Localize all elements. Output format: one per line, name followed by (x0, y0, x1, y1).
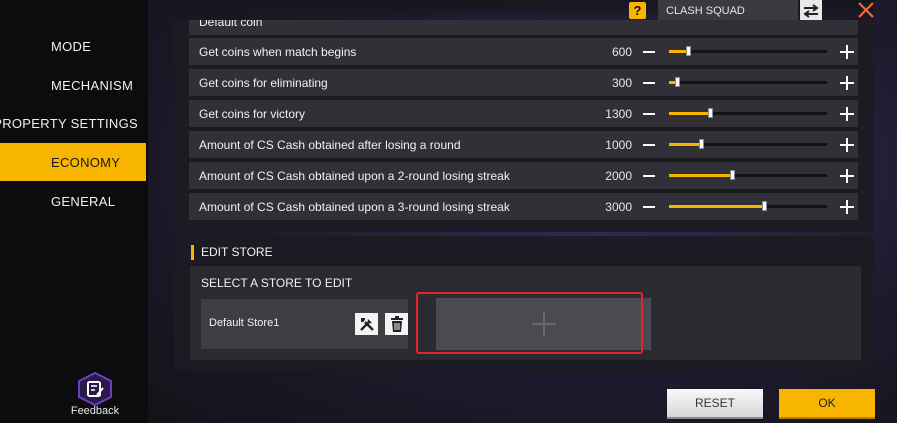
setting-label: Get coins for eliminating (199, 75, 328, 90)
sidebar-item-economy[interactable]: ECONOMY (0, 143, 146, 181)
close-button[interactable] (855, 0, 877, 20)
setting-value: 2000 (605, 168, 632, 183)
swap-icon (803, 3, 819, 18)
plus-icon[interactable] (839, 75, 855, 91)
feedback-label: Feedback (70, 405, 120, 417)
sidebar-item-mechanism[interactable]: MECHANISM (0, 66, 146, 104)
mode-select-value: CLASH SQUAD (666, 4, 745, 17)
minus-icon[interactable] (641, 75, 657, 91)
edit-store-button[interactable] (355, 313, 378, 335)
setting-value: 300 (611, 75, 632, 90)
store-card[interactable]: Default Store1 (201, 299, 408, 349)
minus-icon[interactable] (641, 199, 657, 215)
plus-icon[interactable] (839, 137, 855, 153)
slider-fill (669, 174, 733, 177)
value-slider[interactable] (669, 108, 827, 118)
value-slider[interactable] (669, 77, 827, 87)
slider-knob[interactable] (674, 77, 680, 87)
plus-icon[interactable] (839, 44, 855, 60)
value-slider[interactable] (669, 170, 827, 180)
setting-row-coins-eliminating: Get coins for eliminating 300 (189, 69, 858, 96)
setting-row-coins-victory: Get coins for victory 1300 (189, 100, 858, 127)
economy-settings-panel: Default coin Get coins when match begins… (174, 20, 874, 232)
sidebar-item-label: GENERAL (51, 193, 116, 209)
slider-knob[interactable] (708, 108, 714, 118)
setting-row-cash-3-round-streak: Amount of CS Cash obtained upon a 3-roun… (189, 193, 858, 220)
plus-icon[interactable] (839, 199, 855, 215)
mode-select[interactable]: CLASH SQUAD (658, 0, 798, 21)
feedback-button[interactable]: Feedback (70, 372, 120, 422)
value-slider[interactable] (669, 139, 827, 149)
highlight-box (416, 292, 643, 354)
feedback-icon (76, 372, 114, 406)
setting-value: 600 (611, 44, 632, 59)
minus-icon[interactable] (641, 44, 657, 60)
value-slider[interactable] (669, 201, 827, 211)
reset-label: RESET (694, 396, 735, 410)
setting-label: Amount of CS Cash obtained upon a 3-roun… (199, 199, 510, 214)
slider-knob[interactable] (685, 46, 691, 56)
slider-fill (669, 112, 711, 115)
slider-fill (669, 205, 764, 208)
help-icon: ? (633, 3, 642, 18)
minus-icon[interactable] (641, 137, 657, 153)
sidebar-item-general[interactable]: GENERAL (0, 182, 146, 220)
value-slider[interactable] (669, 46, 827, 56)
plus-icon[interactable] (839, 168, 855, 184)
sidebar-item-label: MODE (51, 38, 92, 54)
sidebar-item-mode[interactable]: MODE (0, 27, 146, 65)
sidebar-item-label: ECONOMY (51, 154, 121, 170)
setting-row-default-coin: Default coin (189, 20, 858, 35)
sidebar-item-property-settings[interactable]: PROPERTY SETTINGS (0, 104, 146, 142)
delete-store-button[interactable] (385, 313, 408, 335)
slider-knob[interactable] (698, 139, 704, 149)
setting-label: Get coins for victory (199, 106, 306, 121)
store-select-label: SELECT A STORE TO EDIT (201, 276, 353, 290)
section-title: EDIT STORE (191, 245, 273, 260)
store-name: Default Store1 (209, 317, 280, 329)
ok-label: OK (818, 396, 836, 410)
setting-value: 3000 (605, 199, 632, 214)
help-button[interactable]: ? (629, 2, 646, 19)
setting-row-cash-2-round-streak: Amount of CS Cash obtained upon a 2-roun… (189, 162, 858, 189)
plus-icon[interactable] (839, 106, 855, 122)
setting-label: Default coin (199, 20, 263, 29)
setting-value: 1000 (605, 137, 632, 152)
setting-row-cash-losing-round: Amount of CS Cash obtained after losing … (189, 131, 858, 158)
slider-knob[interactable] (730, 170, 736, 180)
setting-label: Amount of CS Cash obtained upon a 2-roun… (199, 168, 510, 183)
sidebar-item-label: PROPERTY SETTINGS (0, 115, 138, 131)
setting-value: 1300 (605, 106, 632, 121)
swap-mode-button[interactable] (800, 0, 822, 21)
ok-button[interactable]: OK (779, 389, 875, 417)
slider-knob[interactable] (761, 201, 767, 211)
setting-row-coins-match-begins: Get coins when match begins 600 (189, 38, 858, 65)
tools-icon (359, 318, 374, 331)
close-icon (858, 2, 874, 18)
sidebar: MODE MECHANISM PROPERTY SETTINGS ECONOMY… (0, 0, 148, 423)
slider-fill (669, 143, 701, 146)
setting-label: Amount of CS Cash obtained after losing … (199, 137, 461, 152)
sidebar-item-label: MECHANISM (51, 77, 134, 93)
minus-icon[interactable] (641, 168, 657, 184)
reset-button[interactable]: RESET (667, 389, 763, 417)
setting-label: Get coins when match begins (199, 44, 357, 59)
trash-icon (390, 316, 403, 332)
minus-icon[interactable] (641, 106, 657, 122)
